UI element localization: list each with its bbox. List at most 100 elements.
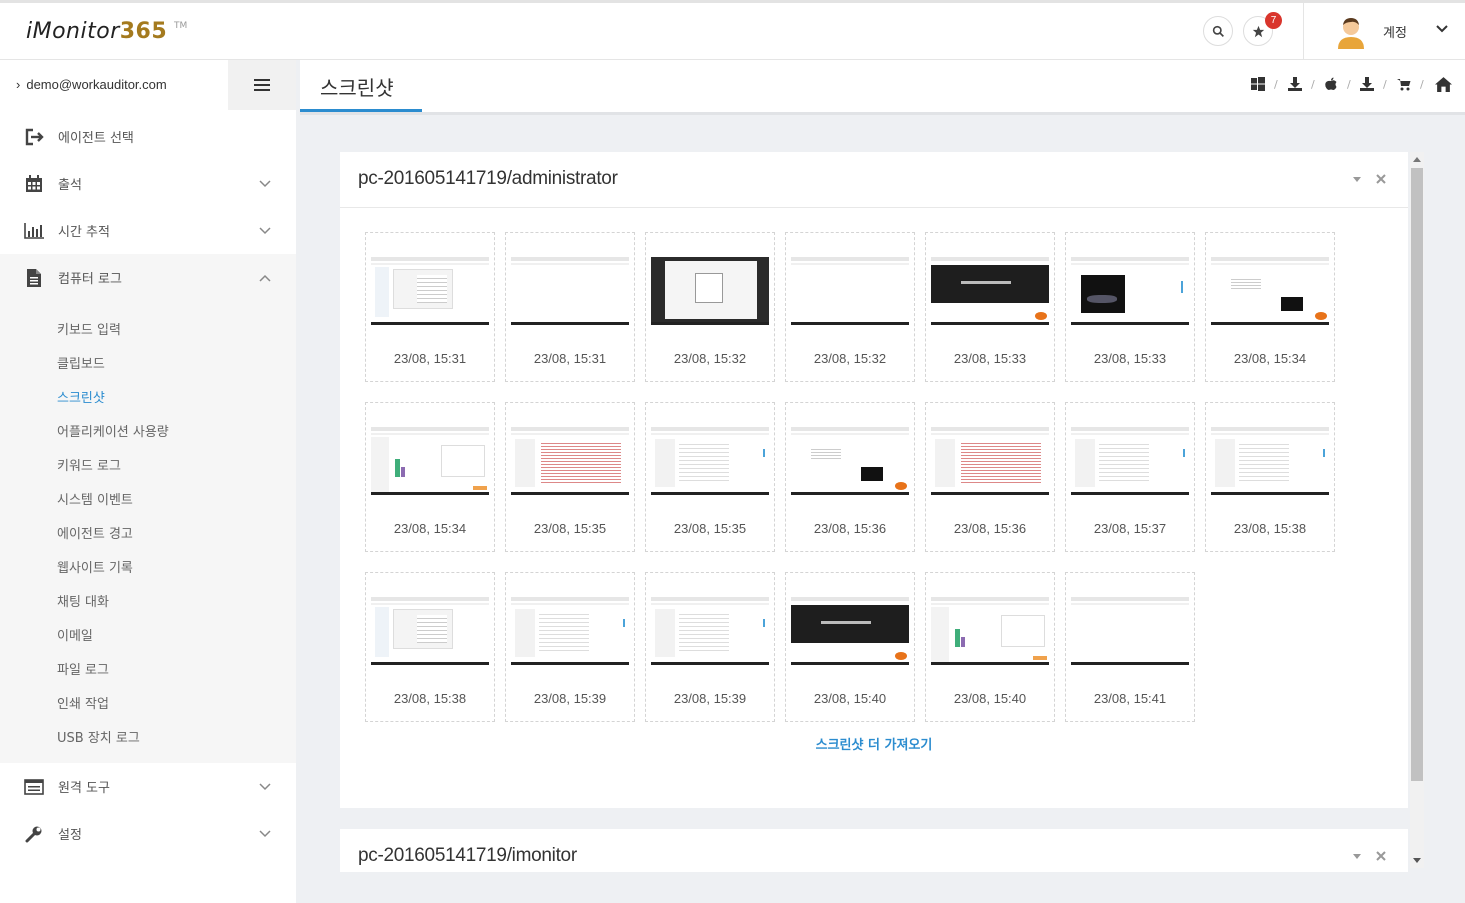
- screenshot-image[interactable]: [651, 597, 769, 665]
- sidebar-item-agent-select[interactable]: 에이전트 선택: [0, 113, 296, 160]
- screenshot-thumbnail[interactable]: 23/08, 15:39: [645, 572, 775, 722]
- screenshot-image[interactable]: [651, 427, 769, 495]
- sidebar-user-row: › demo@workauditor.com: [0, 60, 296, 110]
- screenshot-time: 23/08, 15:40: [953, 691, 1027, 706]
- chevron-down-icon[interactable]: [1436, 24, 1448, 34]
- close-icon[interactable]: [1376, 851, 1386, 861]
- screenshot-image[interactable]: [371, 427, 489, 495]
- scrollbar-thumb[interactable]: [1411, 168, 1423, 781]
- submenu-item-agent-alerts[interactable]: 에이전트 경고: [57, 523, 133, 542]
- screenshot-image[interactable]: [511, 597, 629, 665]
- account-label[interactable]: 계정: [1383, 22, 1407, 41]
- screenshot-thumbnail[interactable]: 23/08, 15:41: [1065, 572, 1195, 722]
- screenshot-thumbnail[interactable]: 23/08, 15:32: [645, 232, 775, 382]
- screenshot-image[interactable]: [791, 597, 909, 665]
- breadcrumb-separator: /: [1274, 78, 1278, 91]
- screenshot-image[interactable]: [511, 427, 629, 495]
- screenshot-image[interactable]: [371, 597, 489, 665]
- screenshot-thumbnail[interactable]: 23/08, 15:38: [365, 572, 495, 722]
- screenshot-image[interactable]: [1211, 427, 1329, 495]
- sidebar-divider: [296, 60, 300, 903]
- collapse-icon[interactable]: [1352, 851, 1362, 861]
- sidebar-item-attendance[interactable]: 출석: [0, 160, 296, 207]
- logo[interactable]: iMonitor365: [26, 19, 167, 44]
- submenu-item-file-log[interactable]: 파일 로그: [57, 659, 109, 678]
- screenshot-thumbnail[interactable]: 23/08, 15:39: [505, 572, 635, 722]
- screenshot-image[interactable]: [1071, 257, 1189, 325]
- screenshot-time: 23/08, 15:31: [393, 351, 467, 366]
- screenshot-image[interactable]: [371, 257, 489, 325]
- submenu-item-system-events[interactable]: 시스템 이벤트: [57, 489, 133, 508]
- screenshot-time: 23/08, 15:36: [813, 521, 887, 536]
- submenu-item-keyword-log[interactable]: 키워드 로그: [57, 455, 121, 474]
- sidebar-item-remote-tools[interactable]: 원격 도구: [0, 763, 296, 810]
- calendar-icon: [24, 174, 44, 194]
- search-button[interactable]: [1203, 16, 1233, 46]
- apple-icon[interactable]: [1324, 77, 1338, 91]
- screenshot-image[interactable]: [791, 427, 909, 495]
- screenshot-thumbnail[interactable]: 23/08, 15:31: [365, 232, 495, 382]
- submenu-item-print-jobs[interactable]: 인쇄 작업: [57, 693, 109, 712]
- submenu-item-app-usage[interactable]: 어플리케이션 사용량: [57, 421, 169, 440]
- panel-header: pc-201605141719/imonitor: [340, 829, 1408, 885]
- submenu-item-usb-log[interactable]: USB 장치 로그: [57, 727, 140, 746]
- download-icon[interactable]: [1288, 77, 1302, 91]
- download-icon[interactable]: [1360, 77, 1374, 91]
- sidebar-item-computer-log[interactable]: 컴퓨터 로그: [0, 254, 296, 301]
- screenshot-image[interactable]: [511, 257, 629, 325]
- screenshot-thumbnail[interactable]: 23/08, 15:37: [1065, 402, 1195, 552]
- submenu-item-clipboard[interactable]: 클립보드: [57, 353, 105, 372]
- close-icon[interactable]: [1376, 174, 1386, 184]
- file-icon: [24, 268, 44, 288]
- screenshot-image[interactable]: [791, 257, 909, 325]
- collapse-icon[interactable]: [1352, 174, 1362, 184]
- screenshot-time: 23/08, 15:32: [813, 351, 887, 366]
- screenshot-image[interactable]: [651, 257, 769, 325]
- breadcrumb-separator: /: [1347, 78, 1351, 91]
- page-title-bar: 스크린샷 / / / / /: [300, 60, 1465, 113]
- sidebar-item-settings[interactable]: 설정: [0, 810, 296, 857]
- screenshot-thumbnail[interactable]: 23/08, 15:33: [1065, 232, 1195, 382]
- avatar[interactable]: [1336, 15, 1366, 49]
- chevron-down-icon: [259, 829, 271, 837]
- screenshot-thumbnail[interactable]: 23/08, 15:36: [785, 402, 915, 552]
- screenshot-thumbnail[interactable]: 23/08, 15:40: [925, 572, 1055, 722]
- home-icon[interactable]: [1435, 77, 1452, 92]
- screenshot-thumbnail[interactable]: 23/08, 15:33: [925, 232, 1055, 382]
- screenshot-image[interactable]: [1071, 597, 1189, 665]
- load-more-screenshots-link[interactable]: 스크린샷 더 가져오기: [340, 734, 1408, 753]
- screenshot-image[interactable]: [1211, 257, 1329, 325]
- computer-log-submenu: 키보드 입력 클립보드 스크린샷 어플리케이션 사용량 키워드 로그 시스템 이…: [0, 301, 296, 763]
- panel-header: pc-201605141719/administrator: [340, 152, 1408, 208]
- sidebar-item-time-tracking[interactable]: 시간 추적: [0, 207, 296, 254]
- submenu-item-screenshots[interactable]: 스크린샷: [57, 387, 105, 406]
- screenshot-thumbnail[interactable]: 23/08, 15:31: [505, 232, 635, 382]
- user-email[interactable]: › demo@workauditor.com: [16, 77, 167, 92]
- submenu-item-chat[interactable]: 채팅 대화: [57, 591, 109, 610]
- cart-icon[interactable]: [1397, 77, 1411, 91]
- submenu-item-email[interactable]: 이메일: [57, 625, 93, 644]
- scroll-down-icon[interactable]: [1413, 858, 1421, 864]
- scroll-up-icon[interactable]: [1413, 156, 1421, 162]
- menu-toggle-button[interactable]: [228, 60, 296, 110]
- panel-title: pc-201605141719/administrator: [358, 168, 618, 189]
- screenshot-thumbnail[interactable]: 23/08, 15:38: [1205, 402, 1335, 552]
- screenshot-thumbnail[interactable]: 23/08, 15:35: [505, 402, 635, 552]
- screenshot-thumbnail[interactable]: 23/08, 15:35: [645, 402, 775, 552]
- chevron-down-icon: [259, 179, 271, 187]
- submenu-item-website-history[interactable]: 웹사이트 기록: [57, 557, 133, 576]
- agent-panel-imonitor: pc-201605141719/imonitor: [340, 829, 1408, 872]
- windows-icon[interactable]: [1251, 77, 1265, 91]
- screenshot-thumbnail[interactable]: 23/08, 15:34: [1205, 232, 1335, 382]
- screenshot-thumbnail[interactable]: 23/08, 15:34: [365, 402, 495, 552]
- screenshot-thumbnail[interactable]: 23/08, 15:32: [785, 232, 915, 382]
- screenshot-thumbnail[interactable]: 23/08, 15:36: [925, 402, 1055, 552]
- screenshot-image[interactable]: [931, 427, 1049, 495]
- submenu-item-keyboard[interactable]: 키보드 입력: [57, 319, 121, 338]
- content-scrollbar[interactable]: [1410, 152, 1424, 868]
- screenshot-thumbnail[interactable]: 23/08, 15:40: [785, 572, 915, 722]
- chevron-down-icon: [259, 226, 271, 234]
- screenshot-image[interactable]: [931, 597, 1049, 665]
- screenshot-image[interactable]: [931, 257, 1049, 325]
- screenshot-image[interactable]: [1071, 427, 1189, 495]
